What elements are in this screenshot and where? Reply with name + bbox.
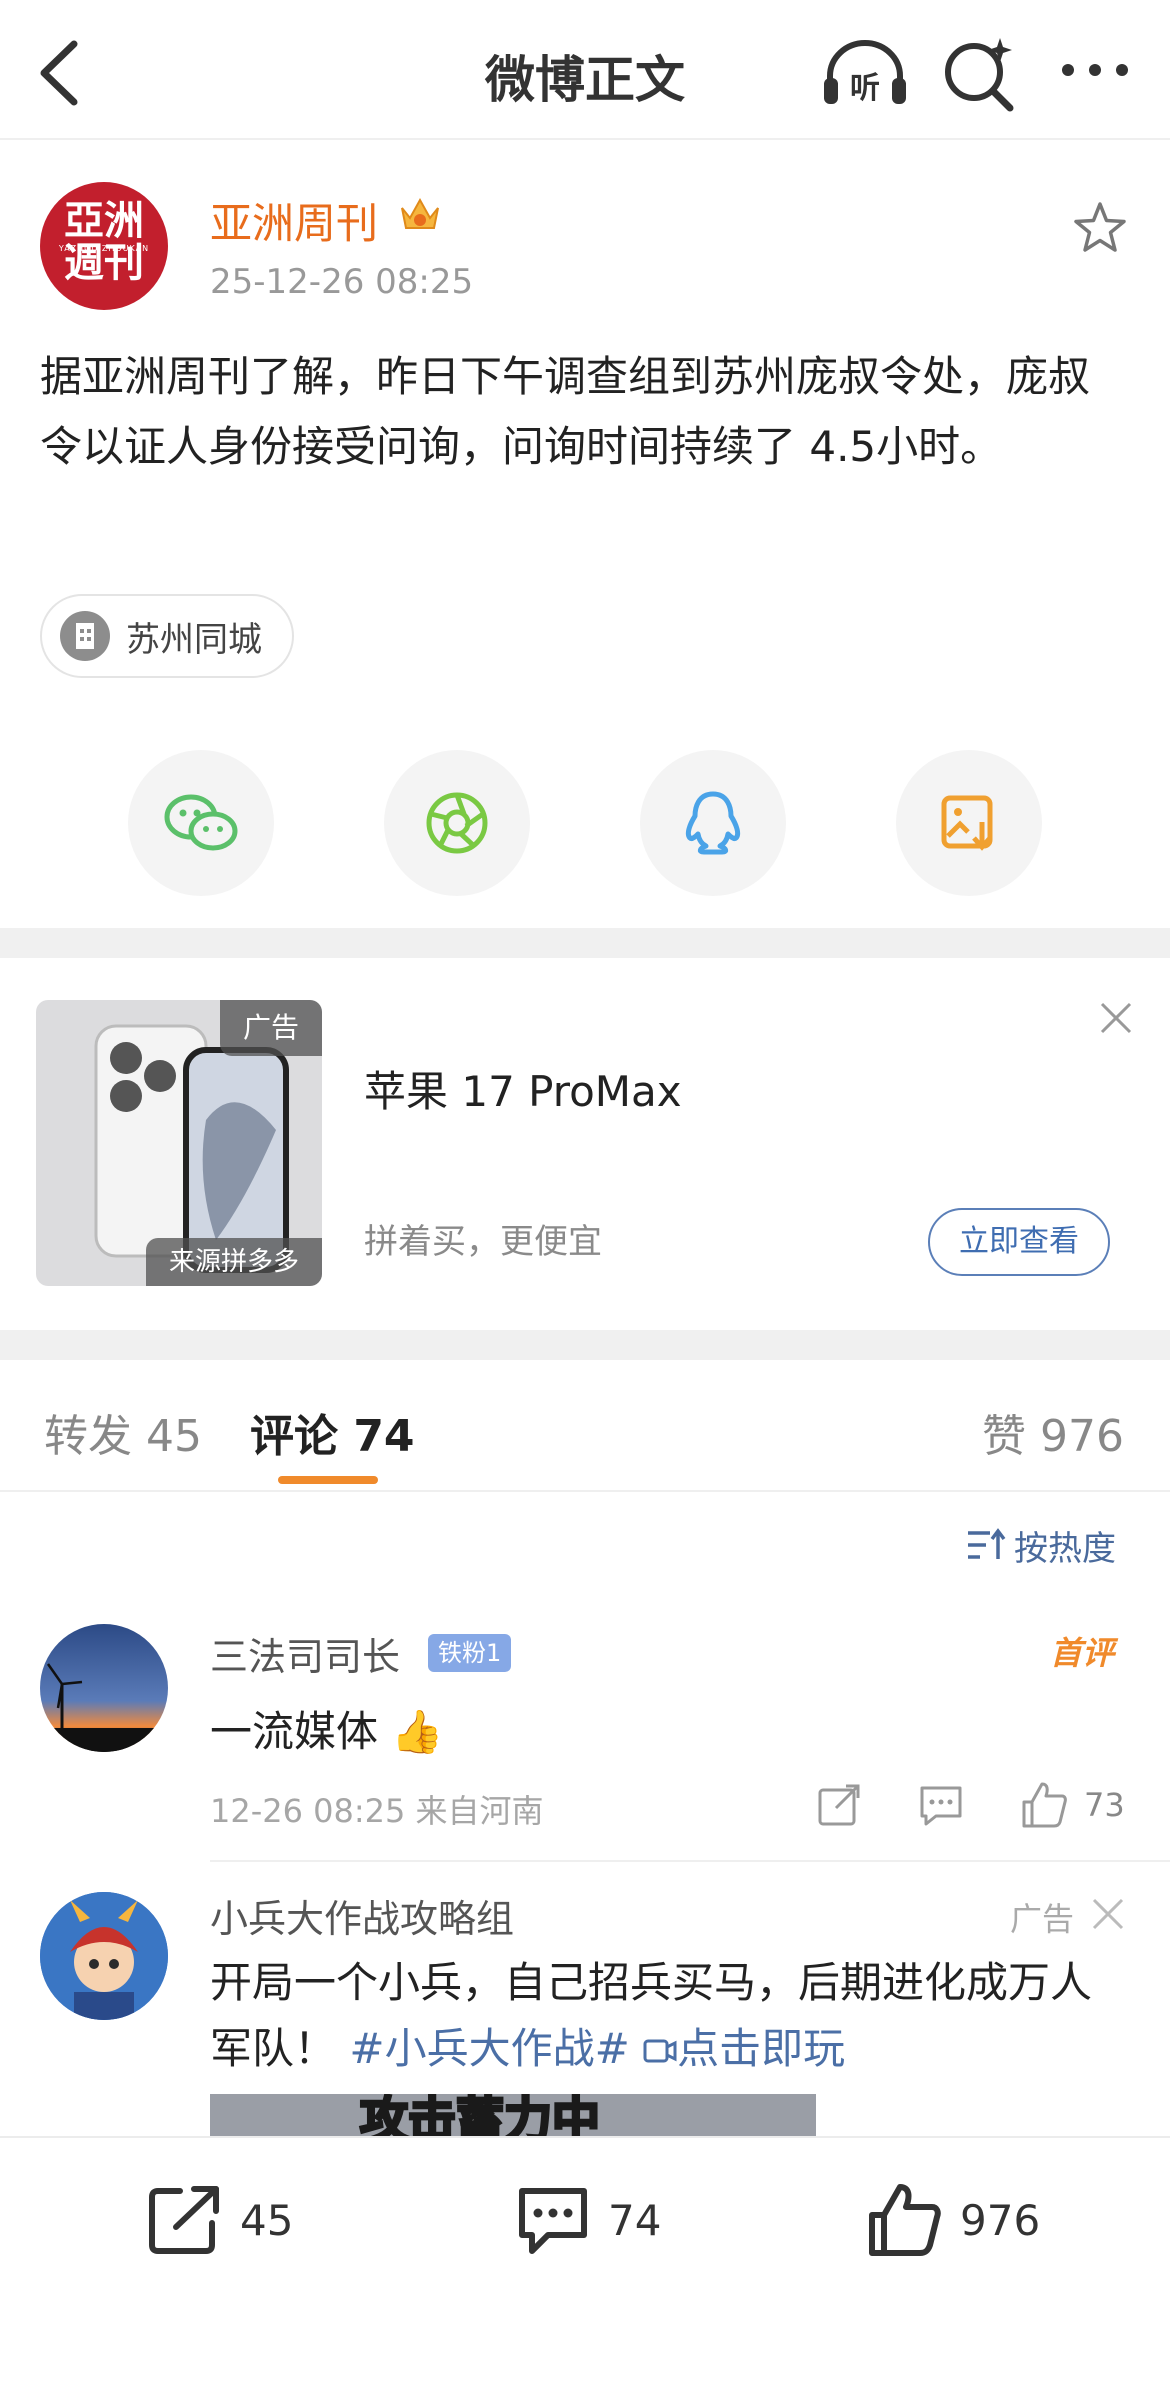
active-tab-indicator — [278, 1476, 378, 1484]
ad-image-caption: 攻击蓄力中 — [358, 2094, 601, 2136]
ad-subtitle: 拼着买，更便宜 — [364, 1222, 602, 1262]
thumbs-up-icon — [869, 2184, 941, 2256]
ad-commenter-name[interactable]: 小兵大作战攻略组 — [210, 1888, 514, 1943]
commenter-avatar[interactable] — [40, 1624, 168, 1752]
share-moments-button[interactable] — [384, 750, 530, 896]
comment-item: 三法司司长 铁粉1 首评 一流媒体 👍 12-26 08:25 来自河南 73 — [0, 1612, 1170, 1862]
building-icon — [60, 611, 110, 661]
listen-headphones-icon[interactable]: 听 — [820, 34, 910, 110]
ad-product-image[interactable]: 广告 来源拼多多 — [36, 1000, 322, 1286]
sort-toggle[interactable]: 按热度 — [966, 1518, 1116, 1572]
sunset-windmill-image — [40, 1624, 168, 1752]
ad-tag: 广告 — [220, 1000, 322, 1056]
commenter-name[interactable]: 三法司司长 — [210, 1626, 400, 1681]
comment-meta: 12-26 08:25 来自河南 — [210, 1792, 544, 1830]
share-qq-button[interactable] — [640, 750, 786, 896]
repost-button[interactable]: 45 — [146, 2180, 293, 2260]
fan-badge: 铁粉1 — [428, 1634, 512, 1672]
tab-likes[interactable]: 赞 976 — [982, 1400, 1124, 1464]
video-play-icon — [643, 2039, 677, 2063]
ad-comment-item: 小兵大作战攻略组 广告 开局一个小兵，自己招兵买马，后期进化成万人军队！ #小兵… — [0, 1862, 1170, 2136]
game-character-image — [40, 1892, 168, 2020]
avatar-logo-text: 亞洲週刊 — [64, 197, 144, 286]
post-content: 据亚洲周刊了解，昨日下午调查组到苏州庞叔令处，庞叔令以证人身份接受问询，问询时间… — [40, 352, 1091, 471]
search-sparkle-icon[interactable] — [940, 34, 1020, 114]
sort-icon — [968, 1528, 1006, 1559]
avatar-logo-subtext: YAZHOU ZHOUKAN — [58, 244, 150, 253]
nav-bar: 微博正文 听 — [0, 0, 1170, 140]
ad-view-button[interactable]: 立即查看 — [928, 1208, 1110, 1276]
ad-game-image[interactable]: 攻击蓄力中 — [210, 2094, 816, 2136]
wechat-icon — [164, 794, 238, 851]
moments-icon — [426, 792, 488, 854]
close-icon[interactable] — [1090, 1896, 1126, 1932]
repost-count: 45 — [240, 2195, 294, 2245]
ad-comment-text: 开局一个小兵，自己招兵买马，后期进化成万人军队！ #小兵大作战# 点击即玩 — [210, 1950, 1130, 2082]
share-wechat-button[interactable] — [128, 750, 274, 896]
sort-label: 按热度 — [1014, 1528, 1116, 1569]
post-card: 亞洲週刊 YAZHOU ZHOUKAN 亚洲周刊 25-12-26 08:25 … — [0, 142, 1170, 928]
tab-comments[interactable]: 评论 74 — [250, 1400, 415, 1464]
repost-comment-icon[interactable] — [814, 1780, 864, 1830]
favorite-star-icon[interactable] — [1072, 200, 1128, 256]
close-icon[interactable] — [1096, 998, 1136, 1038]
like-comment-icon[interactable] — [1018, 1780, 1068, 1830]
author-name[interactable]: 亚洲周刊 — [210, 190, 378, 251]
vip-crown-icon — [401, 197, 439, 229]
comment-button[interactable]: 74 — [514, 2180, 661, 2260]
play-link[interactable]: 点击即玩 — [643, 2024, 845, 2073]
svg-text:听: 听 — [850, 71, 880, 106]
location-chip[interactable]: 苏州同城 — [40, 594, 294, 678]
like-count: 976 — [960, 2195, 1041, 2245]
section-divider — [0, 928, 1170, 958]
tab-reposts[interactable]: 转发 45 — [44, 1400, 202, 1464]
ad-tag: 广告 — [1010, 1900, 1075, 1938]
comment-icon — [519, 2188, 587, 2254]
location-label: 苏州同城 — [126, 619, 262, 660]
save-image-icon — [941, 795, 993, 851]
like-button[interactable]: 976 — [866, 2180, 1040, 2260]
share-row — [0, 750, 1170, 900]
comment-count: 74 — [608, 2195, 662, 2245]
ad-title[interactable]: 苹果 17 ProMax — [364, 1058, 682, 1119]
bottom-action-bar: 45 74 976 — [0, 2136, 1170, 2397]
ad-source: 来源拼多多 — [146, 1238, 322, 1286]
save-image-button[interactable] — [896, 750, 1042, 896]
comment-text: 一流媒体 👍 — [210, 1707, 444, 1756]
qq-icon — [685, 791, 741, 855]
ad-card[interactable]: 广告 来源拼多多 苹果 17 ProMax 拼着买，更便宜 立即查看 — [0, 958, 1170, 1330]
interaction-tabs: 转发 45 评论 74 赞 976 — [0, 1360, 1170, 1492]
ad-game-avatar[interactable] — [40, 1892, 168, 2020]
more-dots-icon[interactable] — [1058, 50, 1132, 90]
section-divider — [0, 1330, 1170, 1360]
first-comment-tag: 首评 — [1050, 1634, 1115, 1672]
reply-comment-icon[interactable] — [916, 1780, 966, 1830]
topic-link[interactable]: #小兵大作战# — [349, 2024, 629, 2073]
share-icon — [149, 2186, 219, 2254]
play-link-label: 点击即玩 — [677, 2024, 846, 2073]
author-avatar[interactable]: 亞洲週刊 YAZHOU ZHOUKAN — [40, 182, 168, 310]
comment-like-count: 73 — [1084, 1786, 1125, 1824]
post-timestamp: 25-12-26 08:25 — [210, 262, 474, 302]
